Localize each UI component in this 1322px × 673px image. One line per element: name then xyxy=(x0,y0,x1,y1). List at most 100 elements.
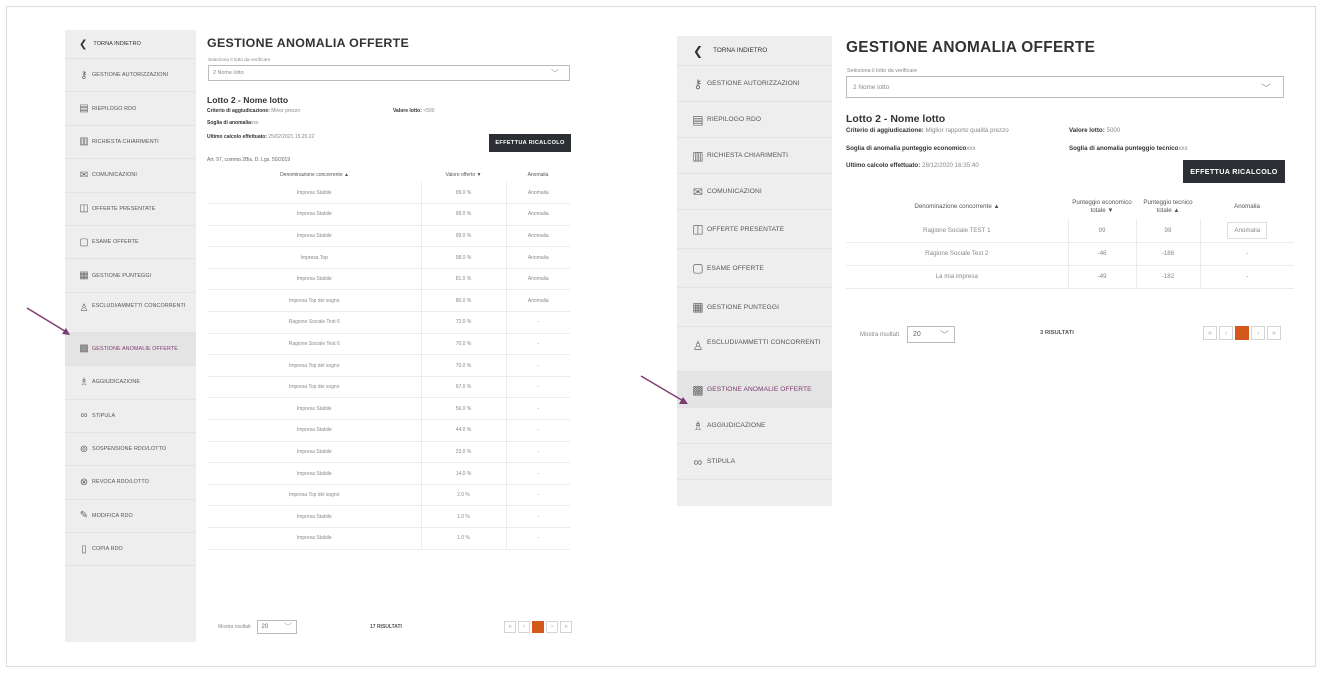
lot-select[interactable]: 2 Nome lotto ﹀ xyxy=(208,65,570,81)
sidebar-item-richiesta-chiarimenti[interactable]: ▥ RICHIESTA CHIARIMENTI xyxy=(65,126,196,160)
sidebar-item-copia-rdo[interactable]: ▯ COPIA RDO xyxy=(65,533,196,567)
lot-select[interactable]: 2 Nome lotto ﹀ xyxy=(846,76,1284,98)
table-row: Impresa Top del sogno 70.0 % - xyxy=(208,354,570,377)
results-per-page-value: 20 xyxy=(261,624,269,630)
sidebar-item-stipula[interactable]: ∞ STIPULA xyxy=(677,444,832,480)
table-cell: -182 xyxy=(1135,265,1200,289)
table-cell: 70.0 % xyxy=(420,333,506,356)
next-page-button[interactable]: › xyxy=(1251,326,1265,340)
table-cell: - xyxy=(505,441,570,464)
sidebar-item-comunicazioni[interactable]: ✉ COMUNICAZIONI xyxy=(677,174,832,210)
sidebar-item-offerte-presentate[interactable]: ◫ OFFERTE PRESENTATE xyxy=(677,210,832,249)
table-cell: 2.0 % xyxy=(420,484,506,507)
valore-label: Valore lotto: xyxy=(1069,127,1105,134)
document-check-icon: ▢ xyxy=(692,261,704,275)
prev-page-button[interactable]: ‹ xyxy=(1219,326,1233,340)
table-cell: 44.0 % xyxy=(420,419,506,442)
table-row: Ragione Sociale TEST 1 99 99 Anomalia xyxy=(846,219,1294,243)
results-per-page-select[interactable]: 20 ﹀ xyxy=(256,620,297,634)
table-cell: Anomalia xyxy=(505,246,570,269)
column-header-punteggio-economico[interactable]: Punteggio economico totale ▼ xyxy=(1068,195,1136,219)
sidebar-item-aggiudicazione[interactable]: ♗ AGGIUDICAZIONE xyxy=(65,366,196,400)
calcolo-value: 28/12/2020 16:35:40 xyxy=(922,162,979,169)
sidebar-item-label: ESCLUDI/AMMETTI CONCORRENTI xyxy=(707,339,821,346)
table-cell: 67.0 % xyxy=(420,376,506,399)
sidebar-item-label: OFFERTE PRESENTATE xyxy=(707,225,785,233)
sidebar-item-esame-offerte[interactable]: ▢ ESAME OFFERTE xyxy=(677,249,832,288)
anomaly-badge: Anomalia xyxy=(1227,221,1268,239)
sidebar-item-gestione-anomalie-offerte[interactable]: ▩ GESTIONE ANOMALIE OFFERTE xyxy=(677,372,832,408)
back-button[interactable]: ❮ TORNA INDIETRO xyxy=(677,36,832,66)
column-header-valore[interactable]: Valore offerto ▼ xyxy=(421,168,506,182)
sidebar-item-escludi-ammetti-concorrenti[interactable]: ♙ ESCLUDI/AMMETTI CONCORRENTI xyxy=(677,327,832,372)
table-cell: 99 xyxy=(1135,219,1200,243)
results-per-page-value: 20 xyxy=(913,331,921,338)
page-1-button[interactable]: 1 xyxy=(532,621,544,633)
sidebar-item-gestione-anomalie-offerte[interactable]: ▩ GESTIONE ANOMALIE OFFERTE xyxy=(65,332,196,367)
sidebar-item-gestione-autorizzazioni[interactable]: ⚷ GESTIONE AUTORIZZAZIONI xyxy=(65,59,196,93)
sidebar-item-offerte-presentate[interactable]: ◫ OFFERTE PRESENTATE xyxy=(65,193,196,226)
recalculate-button[interactable]: EFFETTUA RICALCOLO xyxy=(1183,160,1285,183)
table-cell: Ragione Sociale Test 2 xyxy=(846,242,1068,266)
sidebar-item-riepilogo-rdo[interactable]: ▤ RIEPILOGO RDO xyxy=(65,92,196,126)
sidebar-item-comunicazioni[interactable]: ✉ COMUNICAZIONI xyxy=(65,159,196,193)
chat-icon: ✉ xyxy=(79,169,89,181)
sidebar-item-revoca-rdo-lotto[interactable]: ⊗ REVOCA RDO/LOTTO xyxy=(65,466,196,500)
table-cell: Ragione Sociale Test 6 xyxy=(208,311,421,334)
first-page-button[interactable]: « xyxy=(504,621,516,633)
soglia-tecnico-value: xxx xyxy=(1178,145,1188,152)
sidebar-item-aggiudicazione[interactable]: ♗ AGGIUDICAZIONE xyxy=(677,408,832,444)
sidebar-item-label: OFFERTE PRESENTATE xyxy=(92,205,156,212)
sidebar-item-modifica-rdo[interactable]: ✎ MODIFICA RDO xyxy=(65,500,196,534)
table-cell: 81.0 % xyxy=(420,268,506,291)
handshake-icon: ∞ xyxy=(693,454,703,469)
document-list-icon: ▤ xyxy=(692,112,704,127)
sidebar-item-sospensione-rdo-lotto[interactable]: ⊚ SOSPENSIONE RDO/LOTTO xyxy=(65,433,196,467)
sidebar-item-label: MODIFICA RDO xyxy=(92,512,133,519)
table-cell: Anomalia xyxy=(505,225,570,248)
column-header-denominazione[interactable]: Denominazione concorrente ▲ xyxy=(208,168,421,182)
next-page-button[interactable]: › xyxy=(546,621,558,633)
table-cell: - xyxy=(505,462,570,485)
sidebar-item-label: ESAME OFFERTE xyxy=(707,264,764,272)
chevron-left-icon: ❮ xyxy=(79,38,88,50)
sidebar-item-label: GESTIONE PUNTEGGI xyxy=(707,303,780,311)
table-cell: - xyxy=(505,505,570,528)
column-header-punteggio-tecnico[interactable]: Punteggio tecnico totale ▲ xyxy=(1136,195,1200,219)
first-page-button[interactable]: « xyxy=(1203,326,1217,340)
user-exclude-icon: ♙ xyxy=(79,303,89,315)
table-row: Impresa Top dei sogno 80.0 % Anomalia xyxy=(208,289,570,313)
sidebar-item-gestione-punteggi[interactable]: ▦ GESTIONE PUNTEGGI xyxy=(65,259,196,293)
lot-select-label: Seleziona il lotto da verificare xyxy=(208,58,271,63)
results-per-page-select[interactable]: 20 ﹀ xyxy=(907,326,956,343)
sidebar-item-gestione-punteggi[interactable]: ▦ GESTIONE PUNTEGGI xyxy=(677,288,832,327)
last-page-button[interactable]: » xyxy=(1267,326,1281,340)
sidebar-item-esame-offerte[interactable]: ▢ ESAME OFFERTE xyxy=(65,226,196,260)
offer-document-icon: ◫ xyxy=(79,203,89,215)
pointer-arrow xyxy=(26,307,70,335)
prev-page-button[interactable]: ‹ xyxy=(518,621,530,633)
users-key-icon: ⚷ xyxy=(80,69,88,81)
table-header-row: Denominazione concorrente ▲ Punteggio ec… xyxy=(846,195,1294,219)
sidebar-item-escludi-ammetti-concorrenti[interactable]: ♙ ESCLUDI/AMMETTI CONCORRENTI xyxy=(65,293,196,333)
table-row: Impresa Stabile 1.0 % - xyxy=(208,527,570,550)
column-header-denominazione[interactable]: Denominazione concorrente ▲ xyxy=(846,195,1068,219)
valore-label: Valore lotto: xyxy=(393,108,422,114)
page-1-button[interactable]: 1 xyxy=(1235,326,1249,340)
results-per-page: Mostra risultati 20 ﹀ xyxy=(218,620,297,634)
table-cell: Impresa Stabile xyxy=(208,419,421,442)
table-cell: - xyxy=(505,311,570,334)
recalculate-button[interactable]: EFFETTUA RICALCOLO xyxy=(489,134,571,152)
table-row: Impresa Top 98.0 % Anomalia xyxy=(208,246,570,269)
sidebar-item-riepilogo-rdo[interactable]: ▤ RIEPILOGO RDO xyxy=(677,102,832,138)
last-page-button[interactable]: » xyxy=(560,621,572,633)
table-cell: -46 xyxy=(1067,242,1136,266)
table-cell: - xyxy=(1199,242,1294,266)
sidebar-item-gestione-autorizzazioni[interactable]: ⚷ GESTIONE AUTORIZZAZIONI xyxy=(677,66,832,102)
sidebar-item-richiesta-chiarimenti[interactable]: ▥ RICHIESTA CHIARIMENTI xyxy=(677,138,832,174)
lot-title: Lotto 2 - Nome lotto xyxy=(207,95,289,105)
back-button[interactable]: ❮ TORNA INDIETRO xyxy=(65,30,196,59)
sidebar-item-stipula[interactable]: ∞ STIPULA xyxy=(65,400,196,433)
table-cell: Ragione Sociale Test 6 xyxy=(208,333,421,356)
chevron-left-icon: ❮ xyxy=(693,43,704,58)
